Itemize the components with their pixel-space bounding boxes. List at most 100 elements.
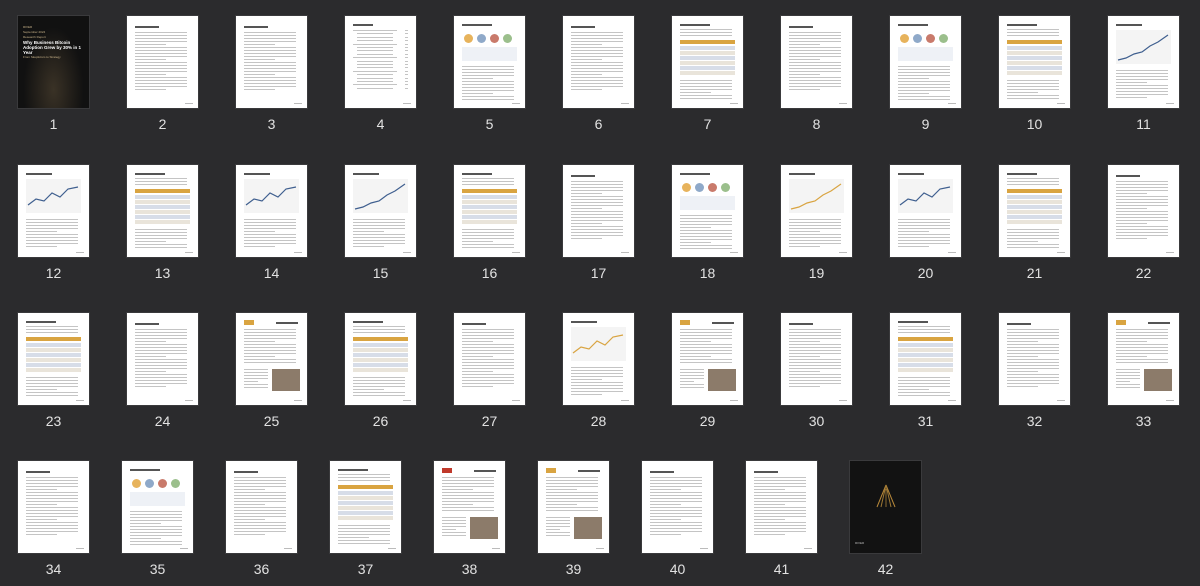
page-21-thumbnail[interactable]: 21	[999, 165, 1071, 281]
page-thumbnail-image	[330, 461, 401, 553]
page-22-thumbnail[interactable]: 22	[1108, 165, 1180, 281]
page-1-thumbnail[interactable]: RIVER September 2024 Research Report Why Bu…	[18, 16, 90, 132]
text-line	[442, 504, 474, 505]
page-6-thumbnail[interactable]: 6	[563, 16, 635, 132]
page-9-thumbnail[interactable]: 9	[890, 16, 962, 132]
page-39-thumbnail[interactable]: 39	[538, 461, 610, 577]
page-26-thumbnail[interactable]: 26	[345, 313, 417, 429]
text-line	[898, 332, 950, 333]
page-20-thumbnail[interactable]: 20	[890, 165, 962, 281]
table-row	[462, 210, 517, 214]
table-row	[1007, 46, 1062, 50]
text-line	[244, 347, 296, 348]
page-17-thumbnail[interactable]: 17	[563, 165, 635, 281]
page-8-thumbnail[interactable]: 8	[781, 16, 853, 132]
page-thumbnail-image	[890, 165, 961, 257]
table-row	[898, 353, 953, 357]
text-line	[571, 44, 603, 45]
text-line	[680, 89, 732, 90]
page-footer-number	[403, 103, 411, 104]
text-line	[442, 477, 494, 478]
text-line	[135, 371, 167, 372]
text-line	[754, 495, 806, 496]
page-30-thumbnail[interactable]: 30	[781, 313, 853, 429]
text-line	[442, 523, 466, 524]
text-line	[26, 492, 78, 493]
page-13-thumbnail[interactable]: 13	[127, 165, 199, 281]
heading-line	[1148, 322, 1170, 324]
text-line	[353, 380, 405, 381]
text-line	[26, 240, 78, 241]
page-footer-number	[492, 548, 500, 549]
text-line	[898, 392, 950, 393]
text-line	[135, 77, 187, 78]
text-line	[26, 495, 78, 496]
text-line	[353, 246, 385, 247]
text-line	[1007, 244, 1059, 245]
page-25-thumbnail[interactable]: 25	[236, 313, 308, 429]
text-line	[571, 196, 623, 197]
text-line	[1007, 92, 1039, 93]
page-27-thumbnail[interactable]: 27	[454, 313, 526, 429]
text-line	[571, 205, 623, 206]
text-line	[1007, 371, 1039, 372]
page-number-label: 30	[808, 413, 825, 429]
page-10-thumbnail[interactable]: 10	[999, 16, 1071, 132]
page-31-thumbnail[interactable]: 31	[890, 313, 962, 429]
page-15-thumbnail[interactable]: 15	[345, 165, 417, 281]
text-line	[1116, 338, 1168, 339]
table-row	[135, 205, 190, 209]
page-32-thumbnail[interactable]: 32	[999, 313, 1071, 429]
page-12-thumbnail[interactable]: 12	[18, 165, 90, 281]
text-line	[1116, 208, 1148, 209]
text-line	[1007, 359, 1059, 360]
text-line	[244, 356, 276, 357]
table-header	[680, 40, 735, 44]
page-42-thumbnail[interactable]: RIVER 42	[850, 461, 922, 577]
text-line	[650, 501, 702, 502]
table-row	[680, 61, 735, 65]
page-2-thumbnail[interactable]: 2	[127, 16, 199, 132]
text-line	[571, 199, 623, 200]
page-3-thumbnail[interactable]: 3	[236, 16, 308, 132]
text-line	[1116, 202, 1168, 203]
text-line	[898, 96, 950, 97]
page-28-thumbnail[interactable]: 28	[563, 313, 635, 429]
page-37-thumbnail[interactable]: 37	[330, 461, 402, 577]
page-5-thumbnail[interactable]: 5	[454, 16, 526, 132]
page-40-thumbnail[interactable]: 40	[642, 461, 714, 577]
text-line	[898, 75, 950, 76]
page-18-thumbnail[interactable]: 18	[672, 165, 744, 281]
table-row	[26, 343, 81, 347]
page-16-thumbnail[interactable]: 16	[454, 165, 526, 281]
text-line	[680, 248, 732, 249]
page-4-thumbnail[interactable]: 4	[345, 16, 417, 132]
page-29-thumbnail[interactable]: 29	[672, 313, 744, 429]
page-24-thumbnail[interactable]: 24	[127, 313, 199, 429]
page-36-thumbnail[interactable]: 36	[226, 461, 298, 577]
text-line	[680, 381, 695, 382]
page-footer-number	[388, 548, 396, 549]
page-34-thumbnail[interactable]: 34	[18, 461, 90, 577]
page-19-thumbnail[interactable]: 19	[781, 165, 853, 281]
text-line	[244, 362, 296, 363]
text-line	[244, 219, 296, 220]
page-14-thumbnail[interactable]: 14	[236, 165, 308, 281]
page-33-thumbnail[interactable]: 33	[1108, 313, 1180, 429]
page-38-thumbnail[interactable]: 38	[434, 461, 506, 577]
text-line	[571, 38, 623, 39]
page-41-thumbnail[interactable]: 41	[746, 461, 818, 577]
text-line	[338, 534, 390, 535]
text-line	[135, 377, 187, 378]
text-line	[462, 365, 514, 366]
text-line	[650, 504, 682, 505]
text-line	[546, 507, 598, 508]
text-line	[1116, 94, 1168, 95]
text-line	[571, 32, 623, 33]
page-35-thumbnail[interactable]: 35	[122, 461, 194, 577]
page-7-thumbnail[interactable]: 7	[672, 16, 744, 132]
text-line	[135, 41, 187, 42]
page-23-thumbnail[interactable]: 23	[18, 313, 90, 429]
page-11-thumbnail[interactable]: 11	[1108, 16, 1180, 132]
text-line	[244, 41, 296, 42]
